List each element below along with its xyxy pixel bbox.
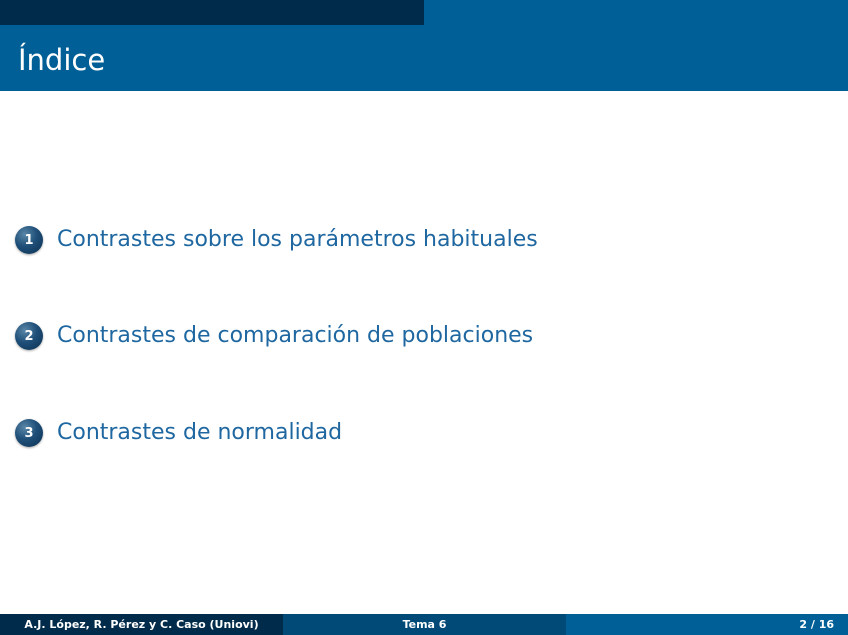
- footer-bar: A.J. López, R. Pérez y C. Caso (Uniovi) …: [0, 614, 848, 635]
- toc-item-2[interactable]: 2 Contrastes de comparación de poblacion…: [15, 318, 533, 354]
- toc-number-badge: 2: [15, 322, 43, 350]
- footer-topic: Tema 6: [283, 614, 566, 635]
- header-subsection-navigation: [424, 0, 848, 25]
- header-section-navigation: [0, 0, 424, 25]
- toc-number-badge: 3: [15, 419, 43, 447]
- toc-item-label[interactable]: Contrastes de normalidad: [57, 418, 342, 448]
- footer-page-number: 2 / 16: [566, 614, 848, 635]
- toc-item-label[interactable]: Contrastes de comparación de poblaciones: [57, 321, 533, 351]
- toc-item-label[interactable]: Contrastes sobre los parámetros habitual…: [57, 225, 538, 255]
- footer-authors: A.J. López, R. Pérez y C. Caso (Uniovi): [0, 614, 283, 635]
- slide-title: Índice: [18, 43, 106, 77]
- header-top-strip: [0, 0, 848, 25]
- toc-item-1[interactable]: 1 Contrastes sobre los parámetros habitu…: [15, 222, 538, 258]
- toc-number-badge: 1: [15, 226, 43, 254]
- toc-item-3[interactable]: 3 Contrastes de normalidad: [15, 415, 342, 451]
- title-bar: Índice: [0, 25, 848, 91]
